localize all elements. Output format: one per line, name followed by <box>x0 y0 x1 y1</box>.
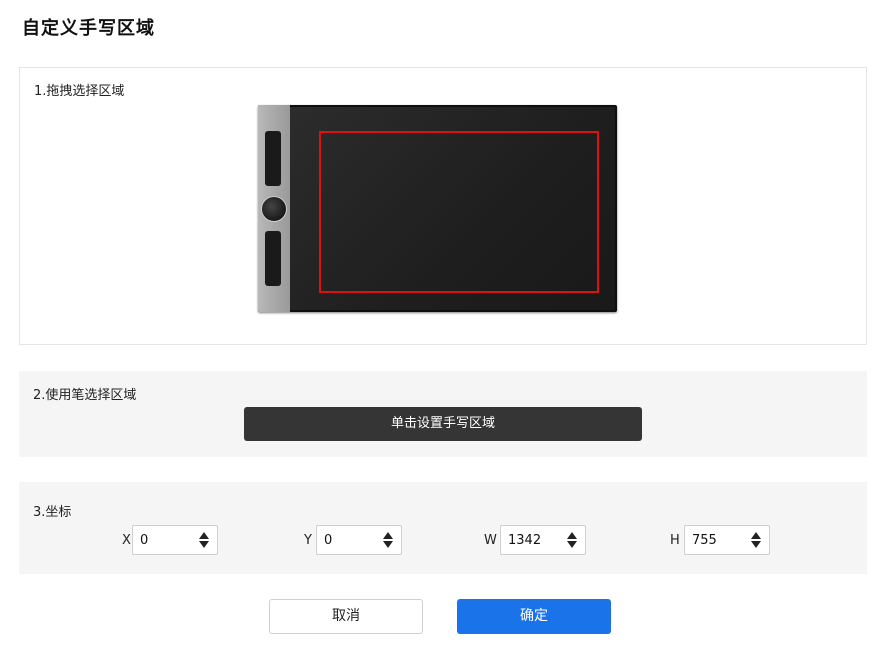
section-2-label: 2.使用笔选择区域 <box>33 388 137 403</box>
x-label: X <box>122 533 131 548</box>
x-value[interactable]: 0 <box>140 533 148 548</box>
section-1-label: 1.拖拽选择区域 <box>34 84 125 99</box>
w-spinner-icon[interactable] <box>567 532 577 550</box>
section-3-label: 3.坐标 <box>33 505 72 520</box>
ok-button[interactable]: 确定 <box>457 599 611 634</box>
tablet-express-key-bar <box>258 105 290 312</box>
express-keys-bottom <box>265 231 281 286</box>
page-title: 自定义手写区域 <box>22 18 155 39</box>
y-input[interactable]: 0 <box>316 525 402 555</box>
pen-select-panel: 2.使用笔选择区域 单击设置手写区域 <box>19 371 867 457</box>
coordinates-panel: 3.坐标 X 0 Y 0 W 1342 H 755 <box>19 482 867 574</box>
y-label: Y <box>304 533 312 548</box>
h-value[interactable]: 755 <box>692 533 717 548</box>
drag-select-panel: 1.拖拽选择区域 <box>19 67 867 345</box>
w-input[interactable]: 1342 <box>500 525 586 555</box>
express-keys-top <box>265 131 281 186</box>
h-input[interactable]: 755 <box>684 525 770 555</box>
tablet-preview <box>258 105 617 312</box>
set-area-button[interactable]: 单击设置手写区域 <box>244 407 642 441</box>
tablet-dial-icon <box>261 196 287 222</box>
h-label: H <box>670 533 680 548</box>
cancel-button[interactable]: 取消 <box>269 599 423 634</box>
selection-rectangle[interactable] <box>319 131 599 293</box>
h-spinner-icon[interactable] <box>751 532 761 550</box>
w-label: W <box>484 533 497 548</box>
x-spinner-icon[interactable] <box>199 532 209 550</box>
y-value[interactable]: 0 <box>324 533 332 548</box>
w-value[interactable]: 1342 <box>508 533 541 548</box>
x-input[interactable]: 0 <box>132 525 218 555</box>
y-spinner-icon[interactable] <box>383 532 393 550</box>
